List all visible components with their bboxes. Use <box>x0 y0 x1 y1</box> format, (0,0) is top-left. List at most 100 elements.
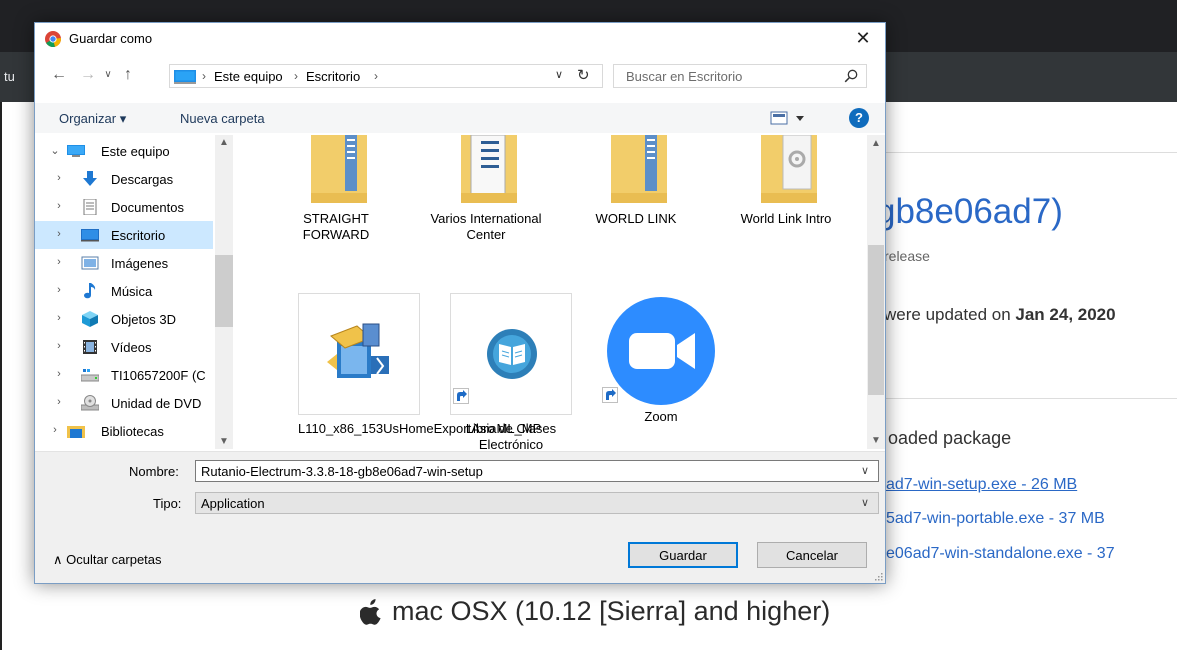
nav-item-label: Escritorio <box>111 228 166 243</box>
file-name: Zoom <box>644 409 678 424</box>
divider <box>884 398 1177 399</box>
search-input[interactable]: Buscar en Escritorio <box>613 64 867 88</box>
organize-button[interactable]: Organizar ▾ <box>59 111 126 127</box>
nav-item-drive-c[interactable]: › TI10657200F (C <box>35 361 213 389</box>
forward-button[interactable]: → <box>77 64 99 86</box>
file-item-libro-de-clases[interactable]: Libro de Clases Electrónico <box>450 293 572 449</box>
updated-text: were updated on Jan 24, 2020 <box>884 305 1116 325</box>
browser-address-fragment: tu <box>4 69 15 84</box>
dialog-titlebar[interactable]: Guardar como ✕ <box>35 23 885 53</box>
content-scrollbar[interactable]: ▲ ▼ <box>867 135 885 449</box>
save-button[interactable]: Guardar <box>628 542 738 568</box>
chevron-down-icon: ⌄ <box>50 145 60 157</box>
new-folder-button[interactable]: Nueva carpeta <box>180 111 265 126</box>
package-heading: oaded package <box>888 428 1012 448</box>
mac-heading: mac OSX (10.12 [Sierra] and higher) <box>360 596 830 627</box>
folder-icon <box>761 135 817 203</box>
nav-item-dvd[interactable]: › Unidad de DVD <box>35 389 213 417</box>
help-icon[interactable]: ? <box>849 108 869 128</box>
view-options-icon[interactable] <box>769 109 809 127</box>
nav-item-imagenes[interactable]: › Imágenes <box>35 249 213 277</box>
file-item-l110-installer[interactable]: L110_x86_153UsHomeExportAsiaML_MP <box>298 293 541 449</box>
chevron-right-icon: › <box>57 228 61 240</box>
chevron-right-icon: › <box>57 200 61 212</box>
arrow-right-icon: → <box>80 66 96 83</box>
pictures-icon <box>81 256 99 270</box>
chevron-right-icon: › <box>57 256 61 268</box>
scroll-up-icon[interactable]: ▲ <box>871 138 881 149</box>
libraries-icon <box>67 426 85 438</box>
address-dropdown-icon[interactable]: ∨ <box>555 68 563 81</box>
nav-item-documentos[interactable]: › Documentos <box>35 193 213 221</box>
file-item-straight-forward[interactable]: STRAIGHT FORWARD <box>275 135 397 242</box>
nav-item-objetos-3d[interactable]: › Objetos 3D <box>35 305 213 333</box>
file-item-world-link[interactable]: WORLD LINK <box>575 135 697 239</box>
chevron-right-icon: › <box>202 69 206 83</box>
chevron-right-icon: › <box>57 396 61 408</box>
up-button[interactable]: ↑ <box>117 64 139 86</box>
chevron-right-icon: › <box>57 340 61 352</box>
scrollbar-thumb[interactable] <box>215 255 233 327</box>
back-button[interactable]: ← <box>48 64 70 86</box>
resize-grip-icon[interactable] <box>873 571 883 581</box>
mac-heading-text: mac OSX (10.12 [Sierra] and higher) <box>392 596 831 626</box>
download-link-portable[interactable]: 5ad7-win-portable.exe - 37 MB <box>886 510 1105 528</box>
nav-item-bibliotecas[interactable]: › Bibliotecas <box>35 417 213 445</box>
file-item-world-link-intro[interactable]: World Link Intro <box>725 135 847 239</box>
release-subtitle: release <box>884 248 930 264</box>
nav-item-escritorio[interactable]: › Escritorio <box>35 221 213 249</box>
nav-item-label: Vídeos <box>111 340 152 355</box>
videos-icon <box>83 340 97 354</box>
file-item-zoom[interactable]: Zoom <box>600 293 722 424</box>
objects3d-icon <box>82 311 98 327</box>
chevron-right-icon: › <box>57 172 61 184</box>
hide-folders-toggle[interactable]: ∧ Ocultar carpetas <box>53 552 162 568</box>
chevron-down-icon: ∨ <box>104 69 112 80</box>
close-icon: ✕ <box>855 28 871 48</box>
refresh-icon[interactable]: ↻ <box>577 66 590 84</box>
chevron-down-icon[interactable]: ∨ <box>861 464 869 477</box>
nav-item-label: Objetos 3D <box>111 312 177 327</box>
nav-item-descargas[interactable]: › Descargas <box>35 165 213 193</box>
filetype-select[interactable]: Application <box>195 492 879 514</box>
close-button[interactable]: ✕ <box>841 23 885 53</box>
updated-date: Jan 24, 2020 <box>1015 305 1116 324</box>
search-placeholder: Buscar en Escritorio <box>626 69 743 84</box>
download-link-standalone[interactable]: e06ad7-win-standalone.exe - 37 <box>886 545 1115 563</box>
nav-item-label: Imágenes <box>111 256 169 271</box>
page-left-border <box>0 102 2 650</box>
filename-input[interactable] <box>195 460 879 482</box>
pc-icon <box>67 145 85 157</box>
chevron-right-icon: › <box>57 312 61 324</box>
address-bar[interactable]: › Este equipo › Escritorio › ∨ ↻ <box>169 64 603 88</box>
command-bar: Organizar ▾ Nueva carpeta ? <box>35 103 885 133</box>
updated-label: were updated on <box>884 305 1016 324</box>
navigation-scrollbar[interactable]: ▲ ▼ <box>215 135 233 449</box>
zoom-icon <box>607 297 715 405</box>
arrow-left-icon: ← <box>51 66 67 83</box>
nav-item-musica[interactable]: › Música <box>35 277 213 305</box>
folder-icon <box>611 135 667 203</box>
cancel-button[interactable]: Cancelar <box>757 542 867 568</box>
file-name: Libro de Clases Electrónico <box>465 421 557 449</box>
chevron-down-icon[interactable]: ∨ <box>861 496 869 509</box>
nav-item-label: Este equipo <box>101 144 170 159</box>
dialog-title: Guardar como <box>69 31 153 46</box>
nav-item-label: Bibliotecas <box>101 424 164 439</box>
breadcrumb-escritorio[interactable]: Escritorio <box>306 69 360 84</box>
chevron-right-icon: › <box>57 284 61 296</box>
nav-item-videos[interactable]: › Vídeos <box>35 333 213 361</box>
scroll-up-icon[interactable]: ▲ <box>219 137 229 148</box>
nav-item-este-equipo[interactable]: ⌄ Este equipo <box>35 137 213 165</box>
scrollbar-thumb[interactable] <box>868 245 884 395</box>
folder-icon <box>311 135 367 203</box>
file-item-varios-international-center[interactable]: Varios International Center <box>425 135 547 255</box>
recent-locations-button[interactable]: ∨ <box>97 64 119 86</box>
scroll-down-icon[interactable]: ▼ <box>219 436 229 447</box>
scroll-down-icon[interactable]: ▼ <box>871 435 881 446</box>
nav-item-label: Unidad de DVD <box>111 396 202 411</box>
download-link-setup[interactable]: ad7-win-setup.exe - 26 MB <box>886 476 1077 494</box>
breadcrumb-este-equipo[interactable]: Este equipo <box>214 69 283 84</box>
file-name: WORLD LINK <box>595 211 677 226</box>
save-as-dialog: Guardar como ✕ ← → ∨ ↑ › Este equipo › E… <box>34 22 886 584</box>
